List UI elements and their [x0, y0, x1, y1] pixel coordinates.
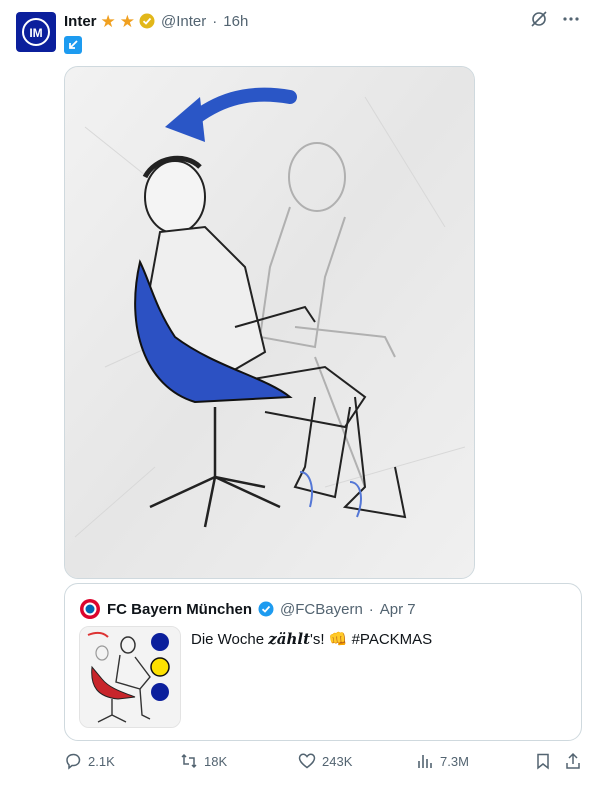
like-button[interactable]: 243K [298, 752, 352, 770]
star-icon: ★ [119, 11, 136, 31]
quoted-thumbnail-illustration [80, 627, 180, 727]
post-header: Inter ★ ★ @Inter · 16h [64, 10, 248, 32]
arrow-down-left-icon [69, 40, 78, 49]
author-avatar[interactable]: IM [16, 12, 56, 52]
separator: · [368, 600, 374, 618]
quoted-header: FC Bayern München @FCBayern · Apr 7 [79, 598, 416, 620]
bookmark-icon [537, 753, 549, 770]
reply-count: 2.1K [88, 753, 115, 769]
inter-logo-icon: IM [22, 18, 50, 46]
quoted-author-name[interactable]: FC Bayern München [107, 601, 252, 618]
quoted-text-emphasis: zählt [268, 630, 311, 648]
quoted-post-card[interactable]: FC Bayern München @FCBayern · Apr 7 Die … [64, 583, 582, 741]
post-action-bar: 2.1K 18K 243K 7.3M [64, 752, 582, 776]
repost-button[interactable]: 18K [180, 752, 227, 770]
grok-icon[interactable] [530, 10, 548, 28]
quoted-text: Die Woche zählt's! 👊 #PACKMAS [191, 630, 432, 648]
affiliate-badge[interactable] [64, 36, 82, 54]
repost-count: 18K [204, 753, 228, 769]
share-icon [566, 752, 580, 769]
reply-icon [66, 753, 81, 770]
views-bar-chart-icon [418, 755, 432, 768]
share-button[interactable] [564, 752, 582, 770]
bookmark-button[interactable] [534, 752, 552, 770]
quoted-text-part: Die Woche [191, 631, 269, 648]
heart-icon [298, 753, 316, 769]
separator: · [212, 12, 218, 30]
svg-text:IM: IM [29, 26, 42, 40]
post-top-actions [530, 10, 580, 28]
quoted-text-part: 's! 👊 #PACKMAS [310, 631, 433, 648]
quoted-media-thumbnail[interactable] [79, 626, 181, 728]
like-count: 243K [322, 753, 353, 769]
post-media-image[interactable] [64, 66, 475, 579]
post-time[interactable]: 16h [223, 13, 248, 30]
verified-blue-badge-icon[interactable] [258, 601, 274, 617]
reply-button[interactable]: 2.1K [64, 752, 115, 770]
views-count: 7.3M [440, 753, 469, 769]
fc-bayern-logo-icon[interactable] [79, 598, 101, 620]
author-handle[interactable]: @Inter [161, 13, 206, 30]
verified-gold-badge-icon[interactable] [139, 13, 155, 29]
star-icon: ★ [100, 11, 116, 31]
quoted-handle[interactable]: @FCBayern [280, 601, 363, 618]
views-button[interactable]: 7.3M [416, 752, 469, 770]
quoted-date[interactable]: Apr 7 [380, 601, 416, 618]
illustration-man-in-chair [65, 67, 474, 578]
more-options-icon[interactable] [562, 10, 580, 28]
repost-icon [181, 753, 197, 769]
author-name[interactable]: Inter [64, 13, 97, 30]
